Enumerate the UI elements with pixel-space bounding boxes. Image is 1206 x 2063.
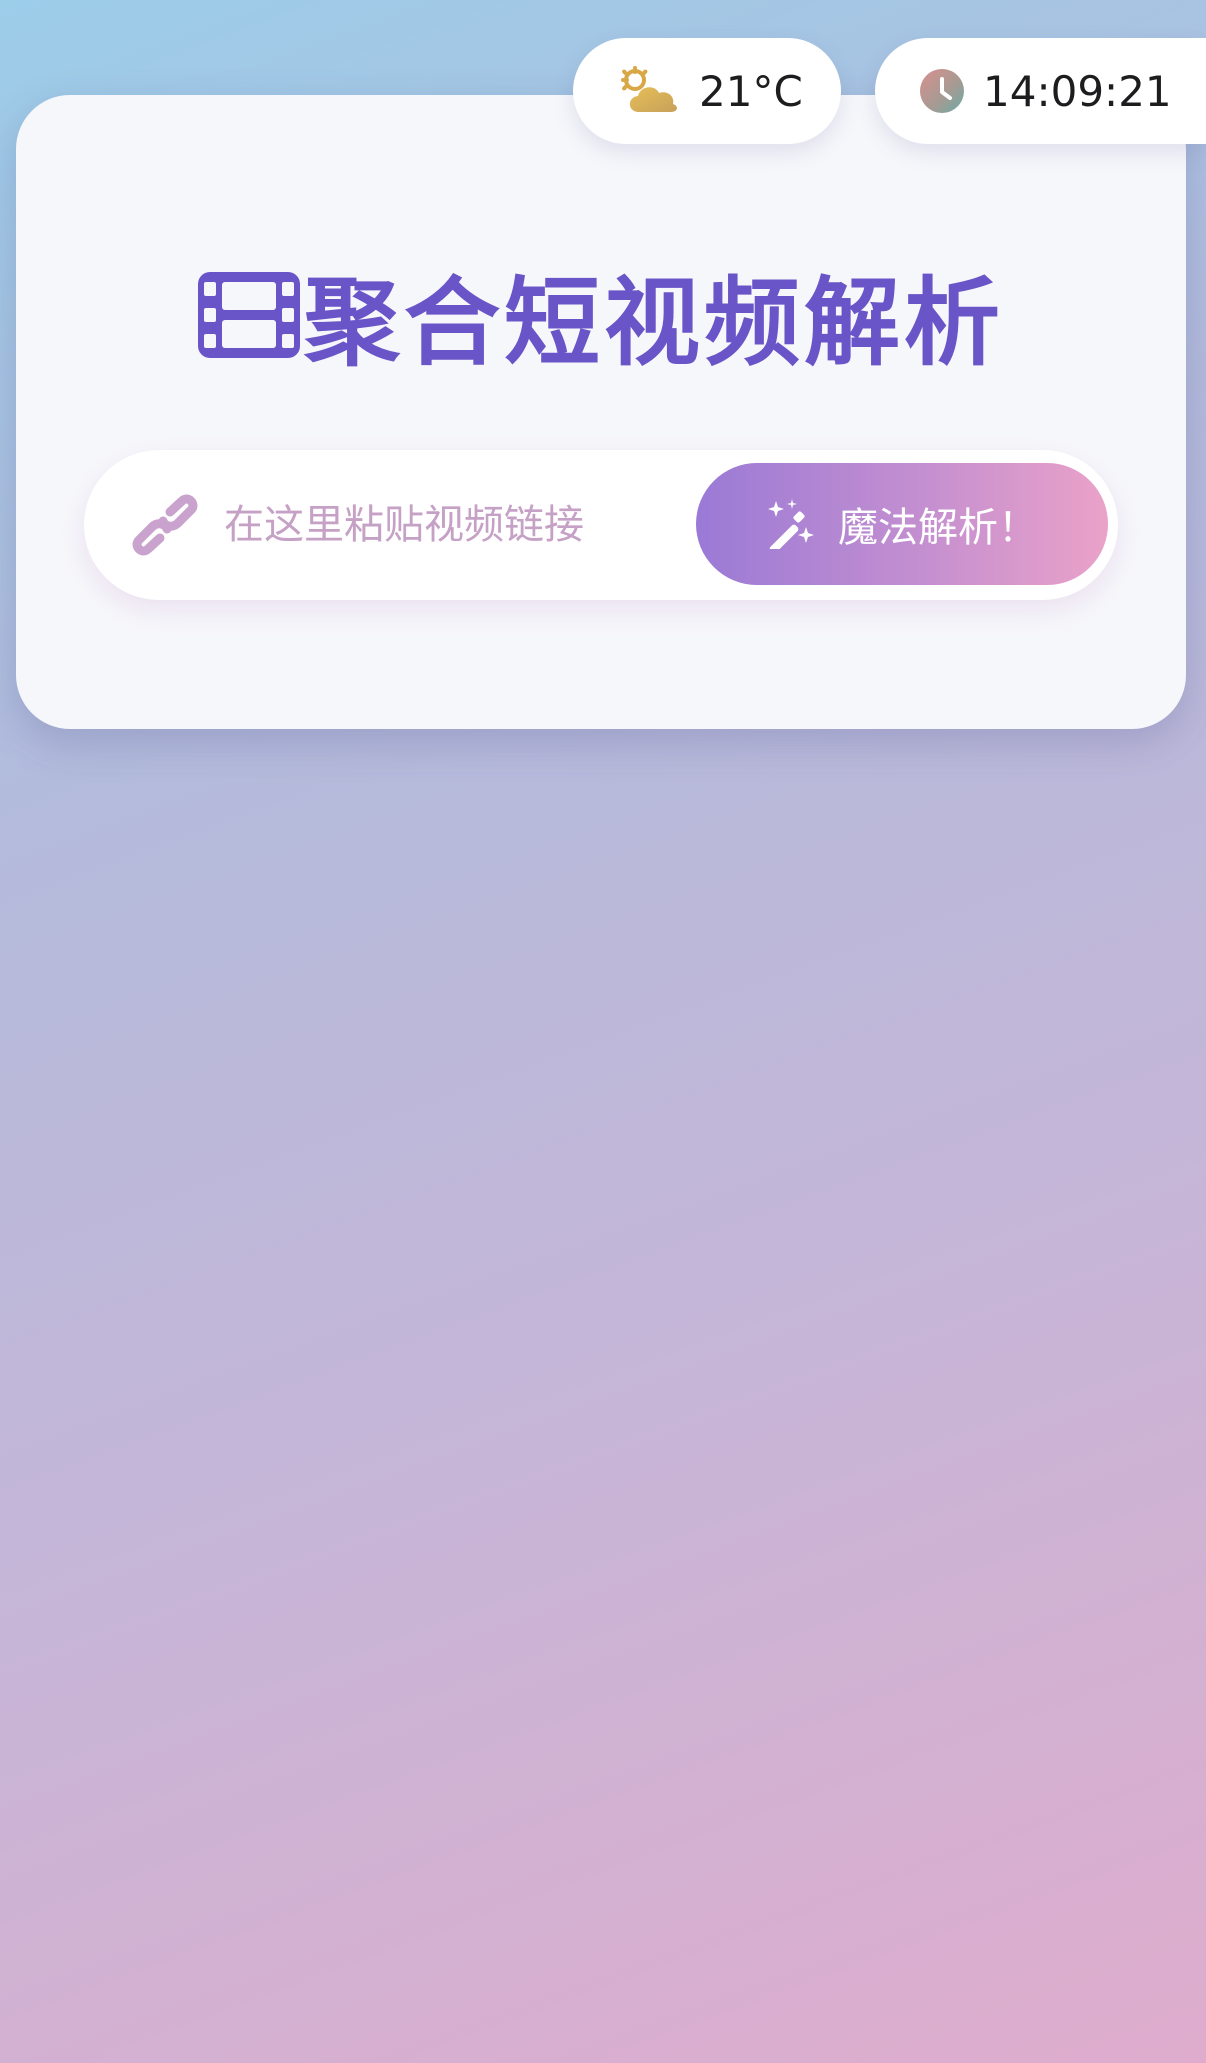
main-card: 聚合短视频解析 在这里粘贴视频链接 魔法解析！	[16, 95, 1186, 729]
temperature-label: 21°C	[699, 66, 803, 116]
partly-cloudy-icon	[619, 64, 681, 118]
weather-widget: 21°C	[573, 38, 841, 144]
clock-icon	[919, 68, 965, 114]
parse-button-label: 魔法解析！	[838, 505, 1038, 551]
magic-wand-icon	[766, 499, 818, 549]
video-link-input[interactable]	[224, 480, 694, 570]
link-icon	[130, 494, 200, 556]
film-icon	[198, 271, 300, 358]
page-title-text: 聚合短视频解析	[304, 267, 1004, 379]
time-label: 14:09:21	[983, 66, 1172, 116]
clock-widget: 14:09:21	[875, 38, 1206, 144]
parse-button[interactable]: 魔法解析！	[696, 463, 1108, 585]
page-title: 聚合短视频解析	[16, 245, 1186, 384]
search-bar: 魔法解析！	[84, 450, 1118, 600]
